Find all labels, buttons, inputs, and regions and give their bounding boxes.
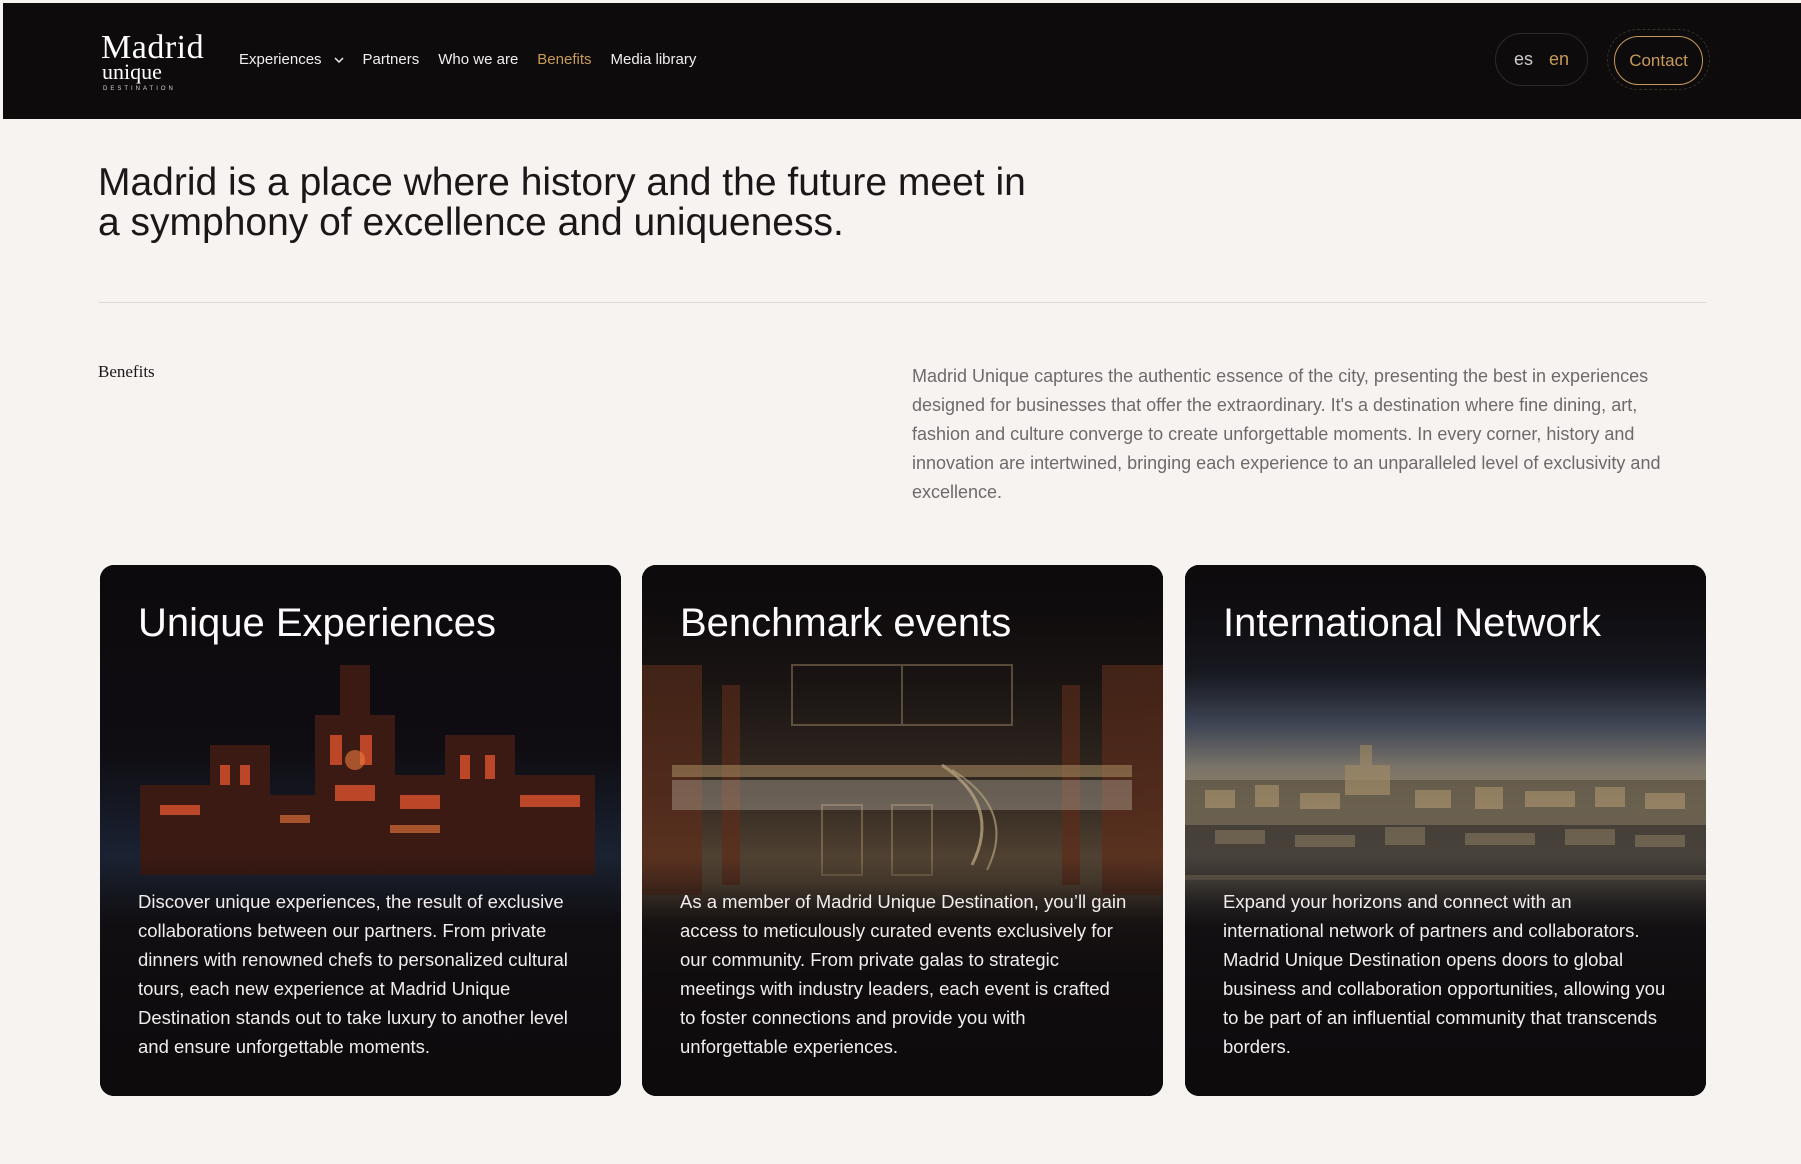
nav-item-partners[interactable]: Partners [363,51,420,68]
section-label: Benefits [98,362,155,381]
contact-button-ring: Contact [1607,29,1710,90]
page-headline: Madrid is a place where history and the … [98,161,1026,244]
intro-paragraph: Madrid Unique captures the authentic ess… [912,366,1661,502]
contact-button[interactable]: Contact [1614,36,1703,85]
nav-item-label: Benefits [537,51,592,68]
nav-item-label: Experiences [239,51,322,68]
nav-item-media-library[interactable]: Media library [611,51,697,68]
language-option-en[interactable]: en [1549,49,1569,70]
top-navigation-bar: Madrid unique DESTINATION Experiences Pa… [3,3,1801,119]
nav-item-who-we-are[interactable]: Who we are [438,51,518,68]
main-nav: Experiences Partners Who we are Benefits… [239,51,715,68]
language-option-es[interactable]: es [1514,49,1533,70]
card-title: International Network [1223,601,1601,645]
section-divider [98,302,1706,303]
nav-item-label: Who we are [438,51,519,68]
nav-item-benefits[interactable]: Benefits [537,51,591,68]
card-description: Discover unique experiences, the result … [138,891,568,1057]
madrid-unique-logo[interactable]: Madrid unique DESTINATION [101,31,204,93]
nav-item-label: Media library [610,51,697,68]
language-switcher: es en [1495,33,1588,86]
benefit-card-international-network[interactable]: International Network Expand your horizo… [1185,565,1706,1096]
card-title: Unique Experiences [138,601,496,645]
chevron-down-icon [334,56,344,63]
logo-tagline: DESTINATION [103,86,176,92]
benefit-card-unique-experiences[interactable]: Unique Experiences Discover unique exper… [100,565,621,1096]
nav-item-experiences[interactable]: Experiences [239,51,344,68]
benefit-card-benchmark-events[interactable]: Benchmark events As a member of Madrid U… [642,565,1163,1096]
card-title: Benchmark events [680,601,1012,645]
nav-item-label: Partners [362,51,420,68]
card-description: Expand your horizons and connect with an… [1223,891,1666,1057]
card-description: As a member of Madrid Unique Destination… [680,891,1127,1057]
